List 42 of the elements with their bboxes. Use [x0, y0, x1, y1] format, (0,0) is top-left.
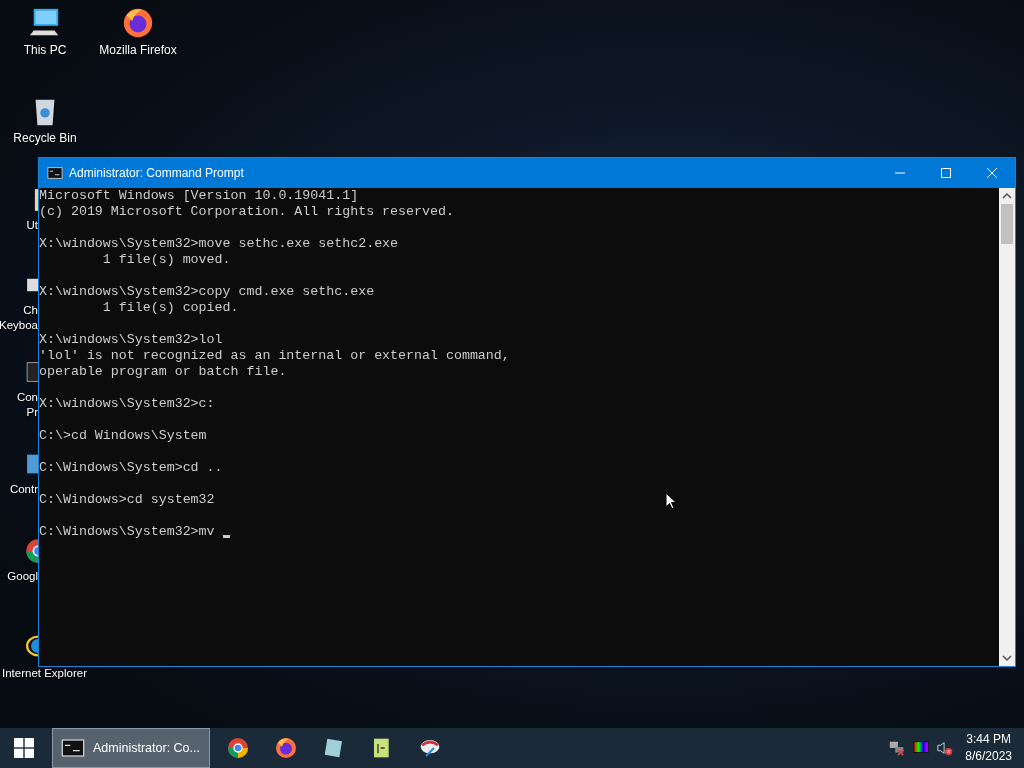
icon-label: Pr [26, 405, 38, 420]
icon-label: Recycle Bin [13, 131, 77, 146]
terminal-icon [47, 165, 63, 181]
console-line: X:\windows\System32>c: [39, 396, 215, 412]
console-line: X:\windows\System32>lol [39, 332, 223, 348]
window-title: Administrator: Command Prompt [69, 166, 244, 180]
icon-label: Keyboa [0, 318, 38, 333]
mouse-pointer-icon [665, 492, 677, 510]
console-line: 1 file(s) copied. [101, 300, 239, 316]
console-line: Microsoft Windows [Version 10.0.19041.1] [39, 188, 359, 204]
network-error-icon[interactable] [888, 739, 907, 757]
close-icon [987, 168, 997, 178]
console-line: X:\windows\System32>copy cmd.exe sethc.exe [39, 284, 375, 300]
icon-label: This PC [23, 43, 67, 58]
icon-label: Ut [26, 218, 38, 233]
console-line: (c) 2019 Microsoft Corporation. All rights reserved. [39, 204, 454, 220]
console-line: 'lol' is not recognized as an internal or external command, [39, 348, 510, 364]
console-line: C:\>cd Windows\System [39, 428, 207, 444]
console-line: X:\windows\System32>move sethc.exe sethc2.exe [39, 236, 399, 252]
scroll-up-icon[interactable] [1002, 191, 1012, 201]
icon-label: Googl [7, 569, 38, 584]
console-line: C:\Windows>cd system32 [39, 492, 215, 508]
icon-label: Internet Explorer [2, 666, 87, 681]
speaker-muted-icon[interactable] [936, 739, 955, 757]
icon-label: Con [16, 390, 38, 405]
icon-label: Mozilla Firefox [99, 43, 177, 58]
console-line: C:\Windows\System32>mv [39, 524, 216, 540]
console-line: C:\Windows\System>cd .. [39, 460, 223, 476]
clock[interactable]: 3:44 PM 8/6/2023 [957, 731, 1024, 765]
terminal-icon [61, 736, 85, 760]
windows-logo-icon [14, 738, 34, 758]
taskbar-button[interactable]: Administrator: Co... [52, 728, 210, 768]
fox-globe-icon[interactable] [121, 6, 155, 40]
icon-label: Contr [9, 482, 38, 497]
maximize-icon [941, 168, 951, 178]
console-line: operable program or batch file. [39, 364, 287, 380]
icon-label: Ch [23, 303, 38, 318]
fox-globe-icon [274, 736, 298, 760]
chrome-icon [226, 736, 250, 760]
scroll-down-icon[interactable] [1002, 653, 1012, 663]
scrollbar-thumb[interactable] [1001, 204, 1013, 244]
console-line: 1 file(s) moved. [101, 252, 231, 268]
